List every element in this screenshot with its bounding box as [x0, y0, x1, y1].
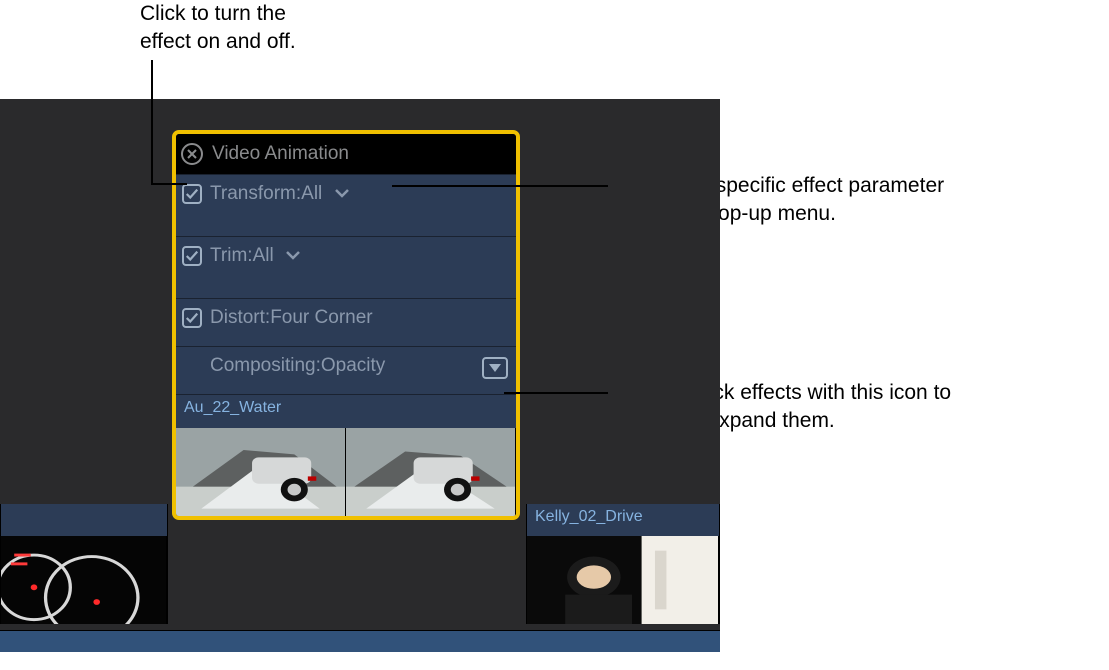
effect-name-text: Compositing: — [210, 355, 321, 376]
clip-thumbnail — [176, 428, 346, 516]
effect-name-text: Transform: — [210, 183, 301, 204]
expand-effect-icon[interactable] — [482, 357, 508, 379]
chevron-down-icon[interactable] — [285, 249, 301, 261]
callout-top: Click to turn the effect on and off. — [140, 0, 340, 57]
clip-au-water[interactable]: Au_22_Water — [176, 394, 516, 516]
effect-param: Four Corner — [270, 307, 372, 328]
clip-left-partial[interactable] — [0, 504, 168, 624]
callout-leader — [151, 60, 153, 183]
effect-name: Trim:All — [210, 245, 301, 267]
effect-toggle-checkbox[interactable] — [182, 184, 202, 204]
timeline-strip — [0, 630, 720, 652]
callout-leader — [504, 392, 608, 394]
app-dark-region: Kelly_02_Drive — [0, 99, 720, 652]
effect-row-trim[interactable]: Trim:All — [176, 236, 516, 298]
video-animation-header: Video Animation — [176, 134, 516, 174]
effect-row-transform[interactable]: Transform:All — [176, 174, 516, 236]
effect-name: Distort:Four Corner — [210, 307, 373, 329]
clip-thumbnail — [346, 428, 516, 516]
effect-param: All — [301, 183, 322, 204]
chevron-down-icon[interactable] — [334, 187, 350, 199]
timeline[interactable]: Kelly_02_Drive — [0, 504, 720, 624]
effect-param: Opacity — [321, 355, 385, 376]
effect-name: Compositing:Opacity — [210, 355, 385, 377]
close-icon[interactable] — [180, 142, 204, 166]
clip-thumbnail — [527, 536, 719, 624]
clip-label: Au_22_Water — [184, 399, 281, 417]
effect-toggle-checkbox[interactable] — [182, 246, 202, 266]
video-animation-editor: Video Animation Transform:All — [172, 130, 520, 520]
clip-thumbnail — [1, 536, 167, 624]
effect-row-compositing[interactable]: Compositing:Opacity — [176, 346, 516, 394]
clip-kelly-drive[interactable]: Kelly_02_Drive — [526, 504, 720, 624]
clip-label: Kelly_02_Drive — [535, 508, 643, 526]
effect-name-text: Distort: — [210, 307, 270, 328]
callout-leader — [392, 185, 608, 187]
effect-name-text: Trim: — [210, 245, 253, 266]
effect-name: Transform:All — [210, 183, 350, 205]
panel-title: Video Animation — [212, 143, 349, 165]
callout-leader — [151, 183, 187, 185]
effect-toggle-checkbox[interactable] — [182, 308, 202, 328]
effect-row-distort[interactable]: Distort:Four Corner — [176, 298, 516, 346]
effect-param: All — [253, 245, 274, 266]
